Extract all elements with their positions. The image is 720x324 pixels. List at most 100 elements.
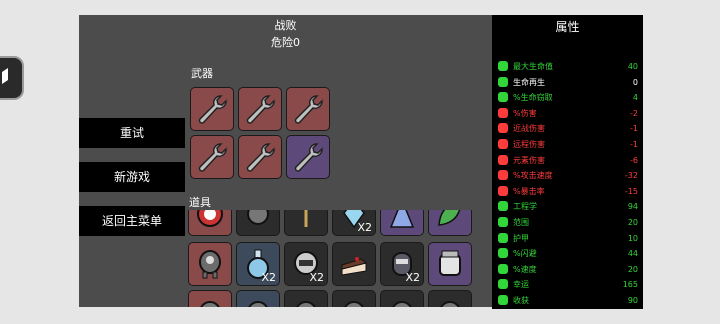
wrench-icon xyxy=(246,143,275,172)
item-slot[interactable] xyxy=(236,290,280,307)
damage-icon xyxy=(498,107,508,118)
stat-row: %闪避 44 xyxy=(498,246,638,261)
wrench-icon xyxy=(246,95,275,124)
stat-value: -32 xyxy=(624,171,638,181)
stat-row: 远程伤害 -1 xyxy=(498,137,638,152)
item-quantity: X2 xyxy=(357,221,372,234)
item-slot[interactable] xyxy=(236,210,280,236)
wrench-icon xyxy=(198,95,227,124)
stat-label: 近战伤害 xyxy=(513,124,545,134)
item-slot[interactable] xyxy=(428,210,472,236)
stat-row: %生命窃取 4 xyxy=(498,90,638,105)
armor-icon xyxy=(498,232,508,243)
retry-button[interactable]: 重试 xyxy=(79,118,185,148)
stat-value: 10 xyxy=(627,233,638,243)
weapon-slot[interactable] xyxy=(286,87,330,131)
item-slot[interactable]: X2 xyxy=(380,242,424,286)
item-slot[interactable] xyxy=(284,290,328,307)
dodge-icon xyxy=(498,248,508,259)
item-slot[interactable] xyxy=(284,210,328,236)
stat-row: 最大生命值 40 xyxy=(498,59,638,74)
item-icon xyxy=(200,301,220,307)
weapon-slot[interactable] xyxy=(238,87,282,131)
weapon-slot[interactable] xyxy=(190,87,234,131)
item-slot[interactable] xyxy=(332,290,376,307)
stats-title: 属性 xyxy=(555,20,580,34)
wrench-icon xyxy=(294,143,323,172)
wrench-icon xyxy=(198,143,227,172)
luck-icon xyxy=(498,279,508,290)
stat-label: 护甲 xyxy=(513,233,529,243)
item-quantity: X2 xyxy=(405,271,420,284)
stat-row: 近战伤害 -1 xyxy=(498,121,638,136)
item-slot[interactable] xyxy=(428,242,472,286)
page-title: 战败 xyxy=(274,19,297,32)
item-icon xyxy=(440,301,460,307)
item-slot[interactable] xyxy=(380,290,424,307)
stat-label: 幸运 xyxy=(513,280,529,290)
stat-label: 元素伤害 xyxy=(513,155,545,165)
item-slot[interactable]: X2 xyxy=(332,210,376,236)
stat-label: 最大生命值 xyxy=(513,62,553,71)
stat-row: 工程学 94 xyxy=(498,199,638,214)
arrow-icon xyxy=(2,68,8,84)
stat-row: 生命再生 0 xyxy=(498,75,638,90)
crit-icon xyxy=(498,185,508,196)
heart-icon xyxy=(498,61,508,71)
cake-icon xyxy=(341,257,368,276)
wrench-icon xyxy=(294,95,323,124)
stat-row: 收获 90 xyxy=(498,293,638,308)
stat-row: 护甲 10 xyxy=(498,231,638,246)
leaf-icon xyxy=(438,210,461,226)
item-icon xyxy=(296,301,316,307)
cone-icon xyxy=(389,210,415,228)
side-menu-button[interactable] xyxy=(0,56,24,100)
item-slot[interactable] xyxy=(188,242,232,286)
stat-row: %暴击率 -15 xyxy=(498,184,638,199)
new-game-button[interactable]: 新游戏 xyxy=(79,162,185,192)
melee-icon xyxy=(498,123,508,134)
stat-row: %伤害 -2 xyxy=(498,106,638,121)
item-slot[interactable]: X2 xyxy=(284,242,328,286)
weapon-slot[interactable] xyxy=(286,135,330,179)
item-quantity: X2 xyxy=(309,271,324,284)
weapon-slot[interactable] xyxy=(238,135,282,179)
regen-icon xyxy=(498,76,508,87)
stat-label: %暴击率 xyxy=(513,186,545,196)
stat-value: 90 xyxy=(627,296,638,305)
stat-value: 40 xyxy=(627,62,638,71)
stat-value: 20 xyxy=(627,218,638,227)
attack-speed-icon xyxy=(498,170,508,181)
stat-row: %速度 20 xyxy=(498,262,638,277)
stat-value: -1 xyxy=(630,140,638,149)
stats-panel: 属性 最大生命值 40 生命再生 0 %生命窃取 4 %伤害 -2 近战伤害 -1 远程伤害 -1 元素… xyxy=(492,15,643,309)
stat-value: 44 xyxy=(627,249,638,259)
item-slot[interactable]: X2 xyxy=(236,242,280,286)
items-heading: 道具 xyxy=(189,196,211,209)
stat-label: %速度 xyxy=(513,264,537,274)
stat-value: 165 xyxy=(622,280,638,290)
engineering-icon xyxy=(498,201,508,212)
stat-label: 范围 xyxy=(513,218,529,227)
main-menu-button[interactable]: 返回主菜单 xyxy=(79,206,185,236)
item-slot[interactable] xyxy=(428,290,472,307)
stat-row: %攻击速度 -32 xyxy=(498,168,638,183)
item-icon xyxy=(247,210,269,225)
stat-value: -15 xyxy=(624,186,638,196)
item-slot[interactable] xyxy=(332,242,376,286)
harvest-icon xyxy=(498,295,508,305)
item-slot[interactable] xyxy=(188,210,232,236)
weapon-slot[interactable] xyxy=(190,135,234,179)
stat-label: 生命再生 xyxy=(513,77,545,87)
stat-label: 远程伤害 xyxy=(513,140,545,149)
stat-label: %攻击速度 xyxy=(513,171,553,181)
turret-icon xyxy=(199,250,221,279)
lifesteal-icon xyxy=(498,92,508,103)
stat-row: 元素伤害 -6 xyxy=(498,153,638,168)
item-slot[interactable] xyxy=(380,210,424,236)
item-icon xyxy=(392,301,412,307)
stat-value: 94 xyxy=(627,202,638,212)
item-slot[interactable] xyxy=(188,290,232,307)
stat-value: -1 xyxy=(630,124,638,134)
stat-label: %闪避 xyxy=(513,249,537,259)
